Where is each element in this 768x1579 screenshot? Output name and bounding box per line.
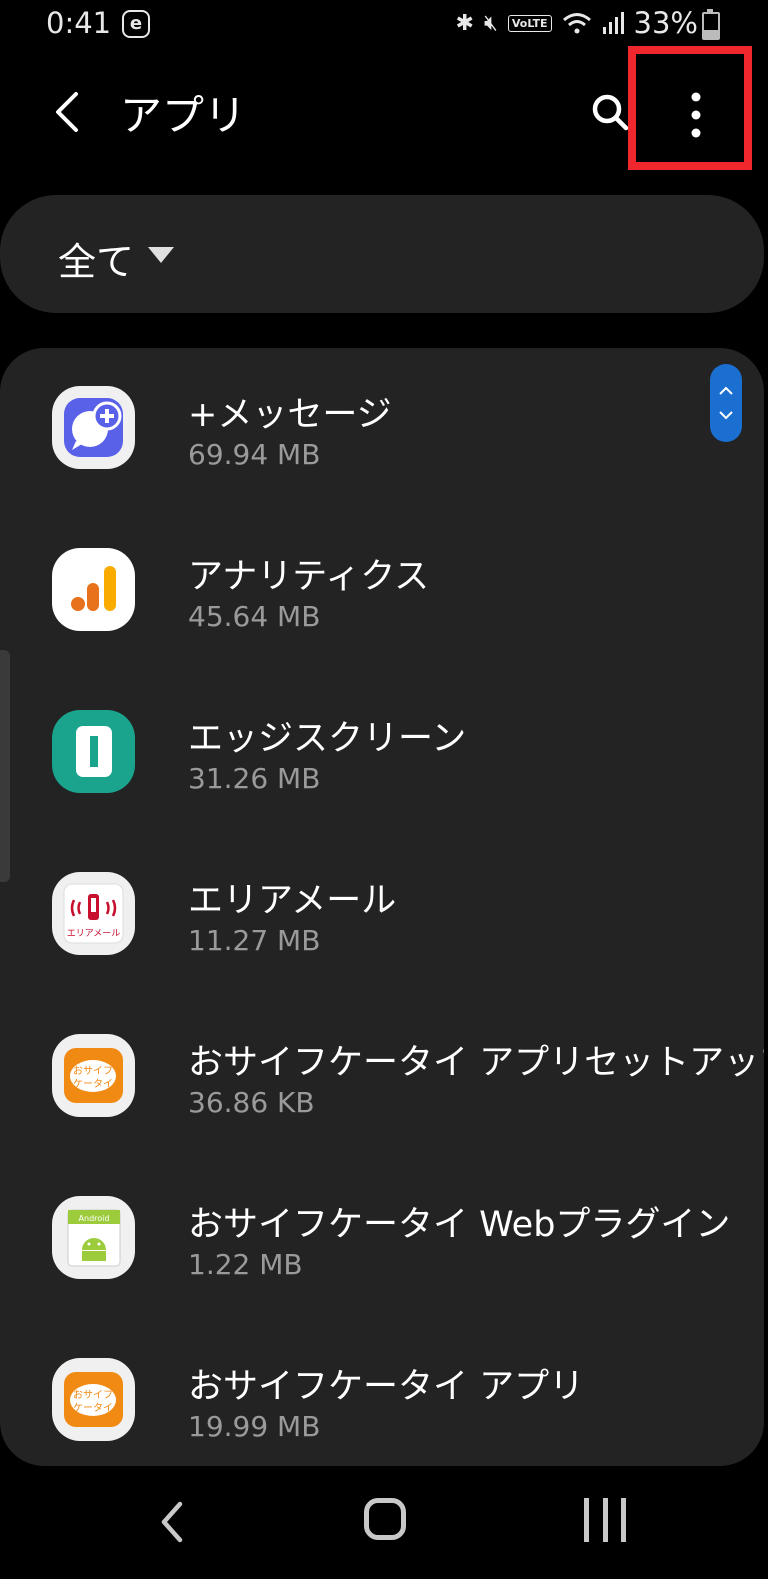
nav-home-button[interactable] (364, 1498, 406, 1540)
list-item[interactable]: おサイフ ケータイ おサイフケータイ アプリ 19.99 MB (0, 1320, 764, 1466)
nav-back-button[interactable] (150, 1496, 194, 1548)
app-size: 19.99 MB (188, 1410, 321, 1443)
filter-dropdown[interactable]: 全て (0, 195, 764, 313)
app-name: アナリティクス (188, 557, 430, 597)
status-bar: 0:41 e ✱ 🔇︎ VoLTE 33% (0, 0, 768, 52)
edge-panel-handle[interactable] (0, 650, 10, 882)
analytics-icon (52, 548, 135, 631)
battery-charging-icon (702, 9, 720, 40)
wifi-icon (562, 13, 591, 34)
volte-icon: VoLTE (507, 14, 552, 32)
nav-recents-button[interactable] (584, 1498, 626, 1542)
dropdown-caret-icon (148, 247, 174, 263)
osaifu-icon-text-top: おサイフ (73, 1065, 113, 1077)
navigation-bar (0, 1468, 768, 1579)
app-size: 36.86 KB (188, 1086, 315, 1119)
mute-icon: 🔇︎ (483, 10, 498, 36)
list-item[interactable]: +メッセージ 69.94 MB (0, 348, 764, 510)
status-time: 0:41 (46, 6, 112, 40)
list-item[interactable]: おサイフ ケータイ おサイフケータイ アプリセットアップ 36.86 KB (0, 996, 764, 1158)
status-icons: ✱ 🔇︎ VoLTE 33% (456, 6, 698, 40)
recents-bar-icon (602, 1498, 608, 1542)
app-size: 69.94 MB (188, 438, 321, 471)
osaifu-icon-text-top: おサイフ (73, 1389, 113, 1401)
recents-bar-icon (621, 1498, 626, 1542)
android-icon-text: Android (79, 1214, 110, 1223)
back-button[interactable] (44, 82, 94, 142)
highlight-box (628, 46, 752, 170)
plus-message-icon (52, 386, 135, 469)
app-name: エッジスクリーン (188, 719, 467, 759)
app-name: おサイフケータイ アプリ (188, 1367, 585, 1407)
recents-bar-icon (584, 1498, 589, 1542)
fast-scroll-thumb[interactable] (710, 364, 742, 442)
app-size: 31.26 MB (188, 762, 321, 795)
app-name: おサイフケータイ アプリセットアップ (188, 1043, 764, 1083)
area-mail-icon: エリアメール (52, 872, 135, 955)
list-item[interactable]: Android おサイフケータイ Webプラグイン 1.22 MB (0, 1158, 764, 1320)
app-size: 45.64 MB (188, 600, 321, 633)
app-list: +メッセージ 69.94 MB アナリティクス 45.64 MB エッジスクリー… (0, 348, 764, 1466)
signal-icon (602, 12, 624, 34)
app-size: 1.22 MB (188, 1248, 303, 1281)
scroll-up-down-icon (719, 386, 733, 420)
osaifu-icon-text-bottom: ケータイ (73, 1078, 113, 1090)
osaifu-setup-icon: おサイフ ケータイ (52, 1034, 135, 1117)
list-item[interactable]: エッジスクリーン 31.26 MB (0, 672, 764, 834)
battery-percent: 33% (633, 6, 698, 40)
area-mail-icon-text: エリアメール (67, 929, 121, 939)
app-name: おサイフケータイ Webプラグイン (188, 1205, 731, 1245)
edge-screen-icon (52, 710, 135, 793)
carrier-e-icon: e (122, 10, 150, 38)
osaifu-web-plugin-icon: Android (52, 1196, 135, 1279)
app-name: エリアメール (188, 881, 397, 921)
bluetooth-icon: ✱ (455, 10, 474, 36)
app-name: +メッセージ (188, 395, 392, 435)
list-item[interactable]: アナリティクス 45.64 MB (0, 510, 764, 672)
page-title: アプリ (120, 91, 247, 140)
app-size: 11.27 MB (188, 924, 321, 957)
back-icon (56, 92, 78, 132)
osaifu-app-icon: おサイフ ケータイ (52, 1358, 135, 1441)
filter-label: 全て (58, 240, 135, 284)
list-item[interactable]: エリアメール エリアメール 11.27 MB (0, 834, 764, 996)
nav-back-icon (161, 1501, 183, 1543)
osaifu-icon-text-bottom: ケータイ (73, 1402, 113, 1414)
